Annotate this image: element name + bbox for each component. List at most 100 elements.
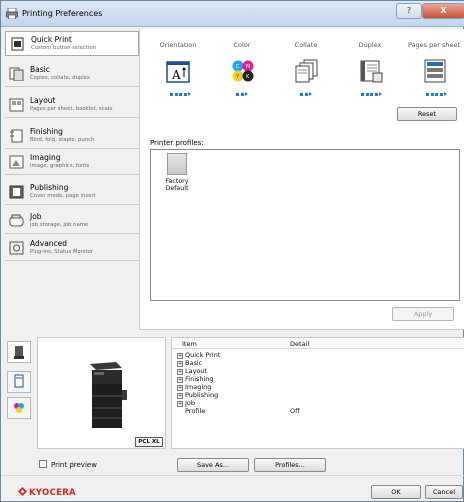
summary-row-job[interactable]: + Job xyxy=(177,399,195,407)
printer-icon xyxy=(6,8,18,19)
cancel-button[interactable]: Cancel xyxy=(425,485,463,499)
printer-profiles-list[interactable]: Factory Default xyxy=(150,149,460,301)
sidebar-item-label: Job xyxy=(30,212,42,221)
settings-summary-table: Item Detail + Quick Print + Basic + Layout … xyxy=(171,337,464,449)
svg-text:A: A xyxy=(171,68,181,82)
basic-icon xyxy=(9,67,24,81)
profile-factory-default[interactable]: Factory Default xyxy=(159,153,195,192)
apply-button[interactable]: Apply xyxy=(392,307,454,321)
sidebar-item-imaging[interactable]: Imaging Image, graphics, fonts xyxy=(5,150,139,175)
publishing-icon xyxy=(9,185,24,199)
orientation-option-indicator[interactable] xyxy=(170,92,191,96)
sidebar-item-layout[interactable]: Layout Pages per sheet, booklet, scale xyxy=(5,93,139,118)
collate-icon[interactable] xyxy=(294,59,320,83)
profile-name-line2: Default xyxy=(165,185,189,192)
reset-button[interactable]: Reset xyxy=(397,107,457,121)
orientation-portrait-icon[interactable]: A xyxy=(165,59,191,83)
sidebar-item-subtitle: Plug-ins, Status Monitor xyxy=(30,249,93,255)
color-view-icon xyxy=(14,403,24,413)
job-icon xyxy=(9,214,24,227)
brand-name: KYOCERA xyxy=(29,488,76,498)
sidebar-item-label: Finishing xyxy=(30,127,63,136)
printer-view-icon xyxy=(14,346,24,359)
checkbox-box[interactable] xyxy=(39,460,47,468)
sidebar-item-job[interactable]: Job Job storage, job name xyxy=(5,209,139,234)
page-view-icon xyxy=(14,374,24,388)
sidebar-item-label: Publishing xyxy=(30,183,69,192)
sidebar-item-subtitle: Job storage, job name xyxy=(30,222,89,228)
profile-icon xyxy=(167,153,187,175)
imaging-icon xyxy=(9,155,24,169)
sidebar-item-subtitle: Custom button selection xyxy=(31,45,96,51)
expand-icon[interactable]: + xyxy=(177,401,183,407)
sidebar-item-basic[interactable]: Basic Copies, collate, duplex xyxy=(5,62,139,87)
printer-image xyxy=(90,362,127,428)
duplex-icon[interactable] xyxy=(358,59,384,83)
collate-heading: Collate xyxy=(294,41,318,49)
footer-divider xyxy=(1,475,464,476)
svg-text:C: C xyxy=(236,64,240,70)
sidebar-item-subtitle: Cover mode, page insert xyxy=(30,193,96,199)
sidebar-item-label: Quick Print xyxy=(31,35,72,44)
kyocera-logo: KYOCERA xyxy=(18,487,76,498)
item-column-header: Item xyxy=(182,340,197,348)
sidebar-item-publishing[interactable]: Publishing Cover mode, page insert xyxy=(5,180,139,205)
help-button[interactable]: ? xyxy=(396,3,422,19)
tab-printer-view[interactable] xyxy=(7,341,31,363)
summary-row-layout[interactable]: + Layout xyxy=(177,367,207,375)
print-preview-label: Print preview xyxy=(51,461,97,469)
pages-per-sheet-option-indicator[interactable] xyxy=(426,92,447,96)
svg-text:M: M xyxy=(246,64,250,70)
summary-row-profile: Profile xyxy=(185,407,206,415)
save-as-button[interactable]: Save As... xyxy=(177,458,249,472)
orientation-heading: Orientation xyxy=(159,41,197,49)
color-option-indicator[interactable] xyxy=(236,92,248,96)
sidebar-item-label: Imaging xyxy=(30,153,61,162)
ok-button[interactable]: OK xyxy=(371,485,421,499)
sidebar-item-advanced[interactable]: Advanced Plug-ins, Status Monitor xyxy=(5,236,139,261)
duplex-option-indicator[interactable] xyxy=(361,92,382,96)
window-title: Printing Preferences xyxy=(22,9,103,18)
collate-option-indicator[interactable] xyxy=(300,92,312,96)
pages-per-sheet-heading: Pages per sheet xyxy=(407,41,461,49)
printing-preferences-window: Printing Preferences ? X Quick Print Cus… xyxy=(0,0,464,502)
profiles-button[interactable]: Profiles... xyxy=(254,458,326,472)
layout-icon xyxy=(9,98,24,112)
duplex-heading: Duplex xyxy=(358,41,382,49)
sidebar-item-label: Layout xyxy=(30,96,56,105)
sidebar: Quick Print Custom button selection Basi… xyxy=(5,31,139,331)
detail-column-header: Detail xyxy=(290,340,310,348)
summary-profile-detail: Off xyxy=(290,407,300,415)
sidebar-item-finishing[interactable]: Finishing Bind, fold, staple, punch xyxy=(5,124,139,149)
tab-page-view[interactable] xyxy=(7,371,31,393)
section-divider xyxy=(139,329,464,330)
color-cmyk-icon[interactable]: CM YK xyxy=(230,59,256,83)
sidebar-item-subtitle: Pages per sheet, booklet, scale xyxy=(30,106,113,112)
summary-row-imaging[interactable]: + Imaging xyxy=(177,383,211,391)
summary-row-finishing[interactable]: + Finishing xyxy=(177,375,214,383)
sidebar-item-subtitle: Bind, fold, staple, punch xyxy=(30,137,95,143)
advanced-icon xyxy=(9,241,24,255)
title-bar: Printing Preferences ? X xyxy=(1,1,464,27)
sidebar-item-subtitle: Image, graphics, fonts xyxy=(30,163,90,169)
preview-tabs xyxy=(7,341,37,431)
sidebar-item-quick-print[interactable]: Quick Print Custom button selection xyxy=(5,31,139,56)
sidebar-item-label: Basic xyxy=(30,65,50,74)
quick-print-icon xyxy=(11,37,24,51)
summary-row-publishing[interactable]: + Publishing xyxy=(177,391,218,399)
print-preview-checkbox[interactable]: Print preview xyxy=(39,460,97,469)
tab-color-view[interactable] xyxy=(7,397,31,419)
sidebar-item-label: Advanced xyxy=(30,239,68,248)
pages-per-sheet-icon[interactable] xyxy=(422,59,448,83)
summary-row-quick-print[interactable]: + Quick Print xyxy=(177,351,220,359)
profile-name-line1: Factory xyxy=(165,178,189,185)
printer-preview: PCL XL xyxy=(37,337,166,449)
kyocera-mark-icon xyxy=(18,487,27,496)
summary-row-basic[interactable]: + Basic xyxy=(177,359,202,367)
color-heading: Color xyxy=(233,41,251,49)
summary-header: Item Detail xyxy=(172,338,464,349)
close-button[interactable]: X xyxy=(422,3,464,19)
printer-profiles-heading: Printer profiles: xyxy=(150,139,204,147)
sidebar-item-subtitle: Copies, collate, duplex xyxy=(30,75,91,81)
pcl-xl-badge: PCL XL xyxy=(135,437,163,447)
